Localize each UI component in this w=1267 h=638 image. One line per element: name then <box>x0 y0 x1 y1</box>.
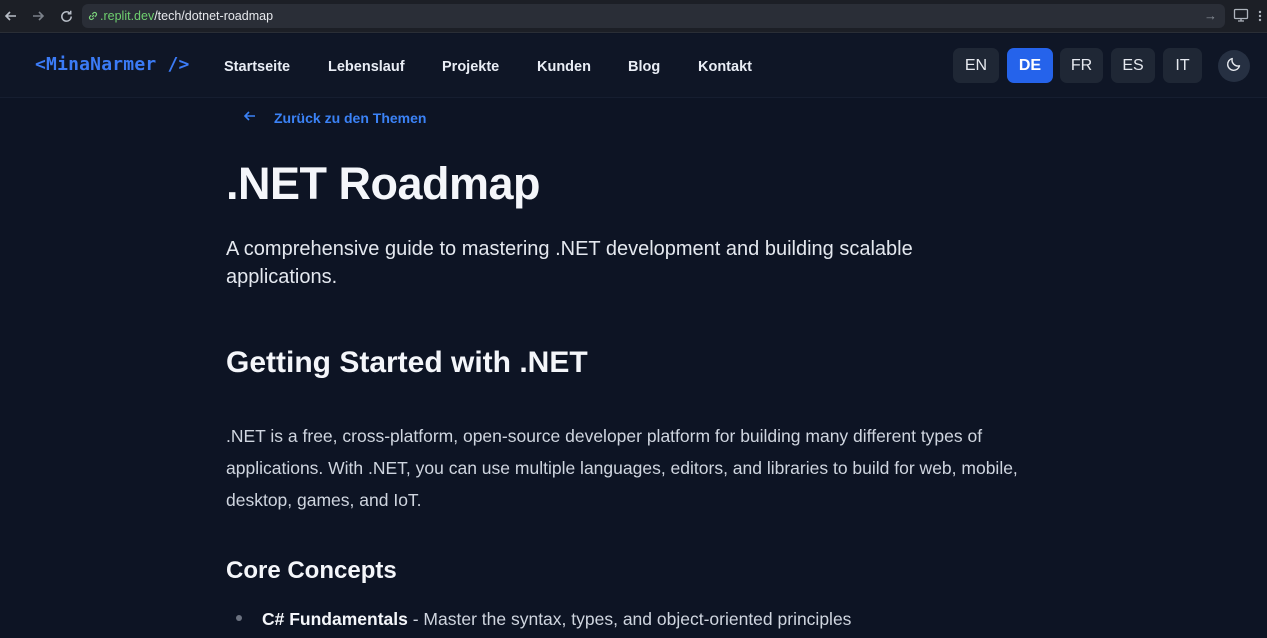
lang-en-button[interactable]: EN <box>953 48 999 83</box>
address-bar[interactable]: .replit.dev/tech/dotnet-roadmap → <box>82 4 1225 28</box>
back-link-label: Zurück zu den Themen <box>274 110 427 126</box>
nav-projekte[interactable]: Projekte <box>442 59 499 75</box>
forward-arrow-icon[interactable] <box>28 6 48 26</box>
url-path: /tech/dotnet-roadmap <box>154 9 274 23</box>
navigate-icon[interactable]: → <box>1204 8 1217 23</box>
lang-de-button[interactable]: DE <box>1007 48 1053 83</box>
browser-toolbar: .replit.dev/tech/dotnet-roadmap → <box>0 0 1267 33</box>
cast-screen-icon[interactable] <box>1233 7 1251 25</box>
site-logo[interactable]: <MinaNarmer /> <box>35 54 190 75</box>
page-subtitle: A comprehensive guide to mastering .NET … <box>226 238 913 288</box>
nav-kunden[interactable]: Kunden <box>537 59 591 75</box>
intro-paragraph: .NET is a free, cross-platform, open-sou… <box>226 426 1018 510</box>
arrow-left-icon <box>243 109 257 127</box>
theme-toggle-button[interactable] <box>1218 50 1250 82</box>
back-to-topics-link[interactable]: Zurück zu den Themen <box>243 109 426 127</box>
nav-blog[interactable]: Blog <box>628 59 660 75</box>
nav-startseite[interactable]: Startseite <box>224 59 290 75</box>
link-icon <box>86 9 100 23</box>
back-arrow-icon[interactable] <box>1 6 21 26</box>
list-item-title: C# Fundamentals <box>262 609 408 629</box>
moon-icon <box>1226 56 1242 77</box>
nav-lebenslauf[interactable]: Lebenslauf <box>328 59 405 75</box>
section-heading: Getting Started with .NET <box>226 346 588 379</box>
lang-it-button[interactable]: IT <box>1163 48 1202 83</box>
bullet-icon <box>236 615 242 621</box>
url-domain: .replit.dev <box>100 9 155 23</box>
lang-fr-button[interactable]: FR <box>1060 48 1103 83</box>
site-header: <MinaNarmer /> Startseite Lebenslauf Pro… <box>0 34 1267 98</box>
list-item-description: - Master the syntax, types, and object-o… <box>407 609 852 629</box>
nav-kontakt[interactable]: Kontakt <box>698 59 752 75</box>
more-menu-icon[interactable] <box>1257 8 1265 24</box>
page-title: .NET Roadmap <box>226 158 541 209</box>
reload-icon[interactable] <box>56 6 76 26</box>
lang-es-button[interactable]: ES <box>1111 48 1155 83</box>
core-concepts-heading: Core Concepts <box>226 557 397 584</box>
